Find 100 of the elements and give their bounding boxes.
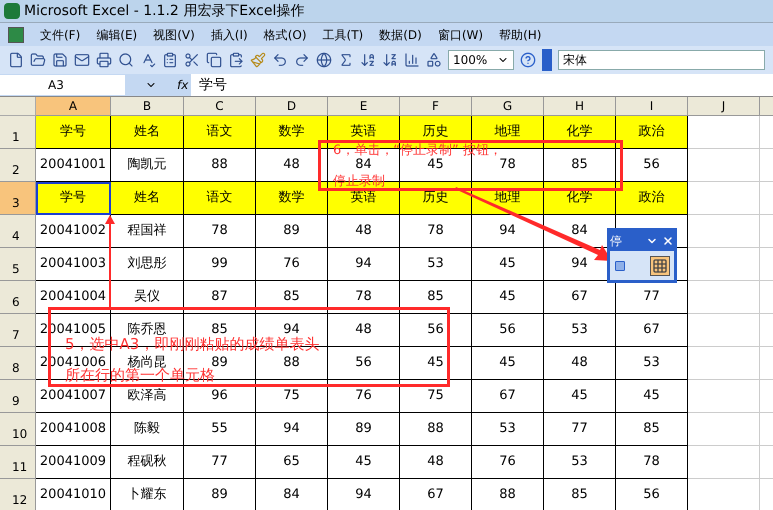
table-cell: 94 bbox=[256, 413, 328, 446]
table-cell: 67 bbox=[400, 479, 472, 510]
table-cell: 89 bbox=[256, 215, 328, 248]
table-cell: 程砚秋 bbox=[111, 446, 184, 479]
sort-descending-icon[interactable] bbox=[382, 52, 398, 68]
empty-cell bbox=[688, 281, 760, 314]
column-header[interactable]: H bbox=[544, 97, 616, 116]
table-cell: 卜耀东 bbox=[111, 479, 184, 510]
row-header[interactable]: 6 bbox=[0, 281, 36, 314]
table-cell: 94 bbox=[328, 248, 400, 281]
menu-item[interactable]: 窗口(W) bbox=[438, 26, 484, 44]
table-cell: 89 bbox=[328, 413, 400, 446]
table-cell: 76 bbox=[328, 380, 400, 413]
column-header[interactable]: F bbox=[400, 97, 472, 116]
row-header[interactable]: 4 bbox=[0, 215, 36, 248]
paste-icon[interactable] bbox=[228, 52, 244, 68]
column-header[interactable]: J bbox=[688, 97, 760, 116]
row-header[interactable]: 9 bbox=[0, 380, 36, 413]
table-cell: 48 bbox=[328, 314, 400, 347]
table-cell: 65 bbox=[256, 446, 328, 479]
relative-reference-icon[interactable] bbox=[650, 256, 670, 276]
column-header[interactable]: G bbox=[472, 97, 544, 116]
redo-icon[interactable] bbox=[294, 52, 310, 68]
table-cell: 数学 bbox=[256, 116, 328, 149]
menu-item[interactable]: 工具(T) bbox=[322, 26, 364, 44]
font-field[interactable]: 宋体 bbox=[558, 50, 765, 70]
table-cell: 78 bbox=[616, 446, 688, 479]
save-icon[interactable] bbox=[52, 52, 68, 68]
table-cell: 77 bbox=[544, 413, 616, 446]
row-header[interactable]: 10 bbox=[0, 413, 36, 446]
empty-cell bbox=[688, 380, 760, 413]
menu-item[interactable]: 帮助(H) bbox=[499, 26, 542, 44]
row-header[interactable]: 7 bbox=[0, 314, 36, 347]
table-cell: 84 bbox=[256, 479, 328, 510]
table-cell: 55 bbox=[184, 413, 256, 446]
copy-icon[interactable] bbox=[206, 52, 222, 68]
shapes-icon[interactable] bbox=[426, 52, 442, 68]
column-header[interactable]: E bbox=[328, 97, 400, 116]
menu-item[interactable]: 格式(O) bbox=[264, 26, 307, 44]
corner-cell[interactable] bbox=[0, 97, 36, 116]
mail-icon[interactable] bbox=[74, 52, 90, 68]
table-cell: 75 bbox=[400, 380, 472, 413]
print-preview-icon[interactable] bbox=[118, 52, 134, 68]
row-header[interactable]: 3 bbox=[0, 182, 36, 215]
empty-cell bbox=[688, 215, 760, 248]
new-file-icon[interactable] bbox=[8, 52, 24, 68]
table-cell: 56 bbox=[472, 314, 544, 347]
menu-item[interactable]: 编辑(E) bbox=[96, 26, 138, 44]
table-cell: 78 bbox=[400, 215, 472, 248]
table-cell: 89 bbox=[184, 479, 256, 510]
menu-item[interactable]: 数据(D) bbox=[379, 26, 422, 44]
table-cell: 56 bbox=[400, 314, 472, 347]
column-header[interactable]: C bbox=[184, 97, 256, 116]
row-header[interactable]: 12 bbox=[0, 479, 36, 510]
table-cell: 53 bbox=[472, 413, 544, 446]
column-header[interactable]: A bbox=[36, 97, 111, 116]
table-cell: 53 bbox=[544, 446, 616, 479]
name-box[interactable]: A3 bbox=[0, 75, 125, 95]
menu-item[interactable]: 文件(F) bbox=[40, 26, 80, 44]
table-cell: 67 bbox=[616, 314, 688, 347]
row-header[interactable]: 11 bbox=[0, 446, 36, 479]
globe-icon[interactable] bbox=[316, 52, 332, 68]
table-cell: 75 bbox=[256, 380, 328, 413]
function-label[interactable]: fx bbox=[177, 76, 191, 94]
table-cell: 姓名 bbox=[111, 116, 184, 149]
printer-icon[interactable] bbox=[96, 52, 112, 68]
table-cell: 45 bbox=[616, 380, 688, 413]
menu-item[interactable]: 插入(I) bbox=[210, 26, 248, 44]
column-header[interactable]: B bbox=[111, 97, 184, 116]
menu-item[interactable]: 视图(V) bbox=[153, 26, 195, 44]
column-header[interactable]: D bbox=[256, 97, 328, 116]
empty-cell bbox=[688, 413, 760, 446]
column-header[interactable]: I bbox=[616, 97, 688, 116]
row-header[interactable]: 5 bbox=[0, 248, 36, 281]
empty-cell bbox=[688, 314, 760, 347]
help-icon[interactable] bbox=[520, 52, 536, 68]
bar-chart-icon[interactable] bbox=[404, 52, 420, 68]
table-cell: 78 bbox=[184, 215, 256, 248]
toolbar-title: 停 bbox=[610, 233, 622, 250]
row-header[interactable]: 2 bbox=[0, 149, 36, 182]
stop-recording-icon[interactable] bbox=[614, 260, 626, 272]
zoom-field[interactable]: 100% bbox=[448, 50, 514, 70]
formula-field[interactable]: 学号 bbox=[191, 74, 773, 96]
workbook-icon[interactable] bbox=[8, 26, 24, 42]
sort-ascending-icon[interactable] bbox=[360, 52, 376, 68]
table-cell: 76 bbox=[472, 446, 544, 479]
table-cell: 数学 bbox=[256, 182, 328, 215]
table-cell: 45 bbox=[472, 281, 544, 314]
table-cell: 45 bbox=[328, 446, 400, 479]
table-cell: 78 bbox=[328, 281, 400, 314]
table-cell: 53 bbox=[400, 248, 472, 281]
table-cell: 20041009 bbox=[36, 446, 111, 479]
table-cell: 姓名 bbox=[111, 182, 184, 215]
row-header[interactable]: 1 bbox=[0, 116, 36, 149]
research-icon[interactable] bbox=[162, 52, 178, 68]
folder-icon[interactable] bbox=[30, 52, 46, 68]
scissors-icon[interactable] bbox=[184, 52, 200, 68]
undo-icon[interactable] bbox=[272, 52, 288, 68]
close-icon[interactable] bbox=[662, 235, 674, 247]
row-header[interactable]: 8 bbox=[0, 347, 36, 380]
